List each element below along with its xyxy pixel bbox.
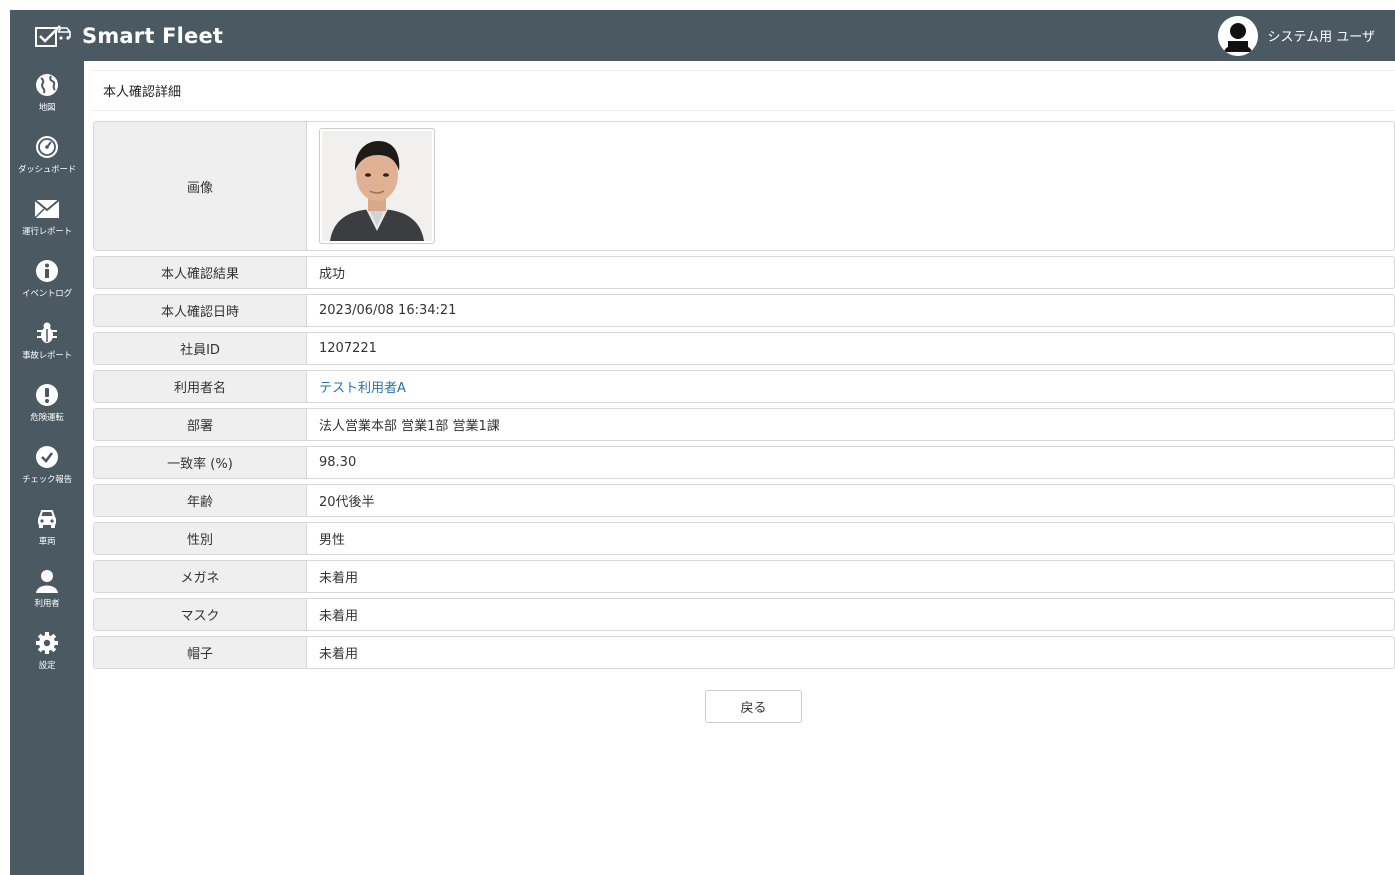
detail-row: 一致率 (%) 98.30 [93, 446, 1395, 479]
sidebar-item-users[interactable]: 利用者 [10, 563, 84, 621]
detail-value: 男性 [319, 533, 346, 548]
sidebar-item-trip-report[interactable]: 運行レポート [10, 191, 84, 249]
user-avatar-icon [1217, 15, 1258, 56]
sidebar-item-label: 事故レポート [22, 351, 72, 361]
user-icon [35, 563, 59, 593]
detail-label: 本人確認結果 [94, 257, 307, 288]
sidebar-item-vehicles[interactable]: 車両 [10, 501, 84, 559]
detail-value: 98.30 [319, 455, 357, 470]
sidebar-item-label: 危険運転 [30, 413, 64, 423]
check-circle-icon [35, 439, 59, 469]
detail-row: 本人確認結果 成功 [93, 256, 1395, 289]
detail-value [307, 122, 1394, 250]
detail-value: 未着用 [319, 647, 359, 662]
detail-label: 利用者名 [94, 371, 307, 402]
detail-row: メガネ 未着用 [93, 560, 1395, 593]
detail-table: 画像 本人確認結果 成功 本人確認日時 2023/06/08 16:34:21 … [93, 121, 1395, 674]
sidebar-item-settings[interactable]: 設定 [10, 625, 84, 683]
detail-row: 社員ID 1207221 [93, 332, 1395, 365]
app-window: Smart Fleet システム用 ユーザ 地図 ダッシュボード 運行レポート … [10, 10, 1395, 875]
info-icon [35, 253, 59, 283]
sidebar-item-label: 運行レポート [22, 227, 72, 237]
sidebar-item-label: 利用者 [34, 599, 60, 609]
fleet-check-icon [34, 23, 74, 49]
brand-logo[interactable]: Smart Fleet [34, 10, 223, 61]
sidebar-item-label: 地図 [38, 103, 56, 113]
envelope-icon [34, 191, 60, 221]
detail-value: 成功 [319, 267, 346, 282]
top-bar: Smart Fleet システム用 ユーザ [10, 10, 1395, 61]
detail-label: 一致率 (%) [94, 447, 307, 478]
detail-value: 2023/06/08 16:34:21 [319, 303, 457, 318]
detail-row: 帽子 未着用 [93, 636, 1395, 669]
user-menu[interactable]: システム用 ユーザ [1217, 10, 1375, 61]
car-icon [35, 501, 59, 531]
sidebar-item-event-log[interactable]: イベントログ [10, 253, 84, 311]
detail-label: 画像 [94, 122, 307, 250]
detail-row-image: 画像 [93, 121, 1395, 251]
detail-value: 未着用 [319, 571, 359, 586]
detail-label: 年齢 [94, 485, 307, 516]
detail-value: 20代後半 [319, 495, 375, 510]
detail-value: 未着用 [319, 609, 359, 624]
detail-row: 性別 男性 [93, 522, 1395, 555]
detail-value: 法人営業本部 営業1部 営業1課 [319, 419, 500, 434]
user-name-link[interactable]: テスト利用者A [319, 377, 406, 396]
detail-row: 部署 法人営業本部 営業1部 営業1課 [93, 408, 1395, 441]
sidebar-item-label: チェック報告 [22, 475, 72, 485]
main-content: 本人確認詳細 画像 本人確認結果 成功 本人確認日時 2023/06/08 16… [84, 61, 1395, 875]
detail-row: 年齢 20代後半 [93, 484, 1395, 517]
sidebar-item-label: イベントログ [22, 289, 72, 299]
bug-icon [35, 315, 59, 345]
detail-label: 部署 [94, 409, 307, 440]
detail-label: マスク [94, 599, 307, 630]
detail-row: 利用者名 テスト利用者A [93, 370, 1395, 403]
sidebar: 地図 ダッシュボード 運行レポート イベントログ 事故レポート 危険運転 チェッ… [10, 61, 84, 875]
app-title: Smart Fleet [82, 23, 224, 48]
person-portrait-icon [322, 131, 432, 241]
sidebar-item-map[interactable]: 地図 [10, 67, 84, 125]
sidebar-item-label: 設定 [38, 661, 56, 671]
detail-label: 社員ID [94, 333, 307, 364]
detail-value: テスト利用者A [307, 371, 1394, 402]
detail-value: 1207221 [319, 341, 377, 356]
detail-row: マスク 未着用 [93, 598, 1395, 631]
detail-label: メガネ [94, 561, 307, 592]
exclamation-icon [35, 377, 59, 407]
page-header: 本人確認詳細 [92, 70, 1395, 111]
sidebar-item-dangerous-driving[interactable]: 危険運転 [10, 377, 84, 435]
sidebar-item-accident-report[interactable]: 事故レポート [10, 315, 84, 373]
sidebar-item-check-report[interactable]: チェック報告 [10, 439, 84, 497]
sidebar-item-label: 車両 [38, 537, 56, 547]
page-title: 本人確認詳細 [103, 85, 182, 100]
gear-icon [35, 625, 59, 655]
globe-icon [35, 67, 59, 97]
identity-photo [319, 128, 435, 244]
user-name: システム用 ユーザ [1267, 30, 1375, 45]
sidebar-item-label: ダッシュボード [17, 165, 77, 175]
detail-label: 本人確認日時 [94, 295, 307, 326]
dashboard-gauge-icon [35, 129, 59, 159]
detail-label: 帽子 [94, 637, 307, 668]
detail-label: 性別 [94, 523, 307, 554]
sidebar-item-dashboard[interactable]: ダッシュボード [10, 129, 84, 187]
detail-row: 本人確認日時 2023/06/08 16:34:21 [93, 294, 1395, 327]
back-button[interactable]: 戻る [705, 690, 802, 723]
